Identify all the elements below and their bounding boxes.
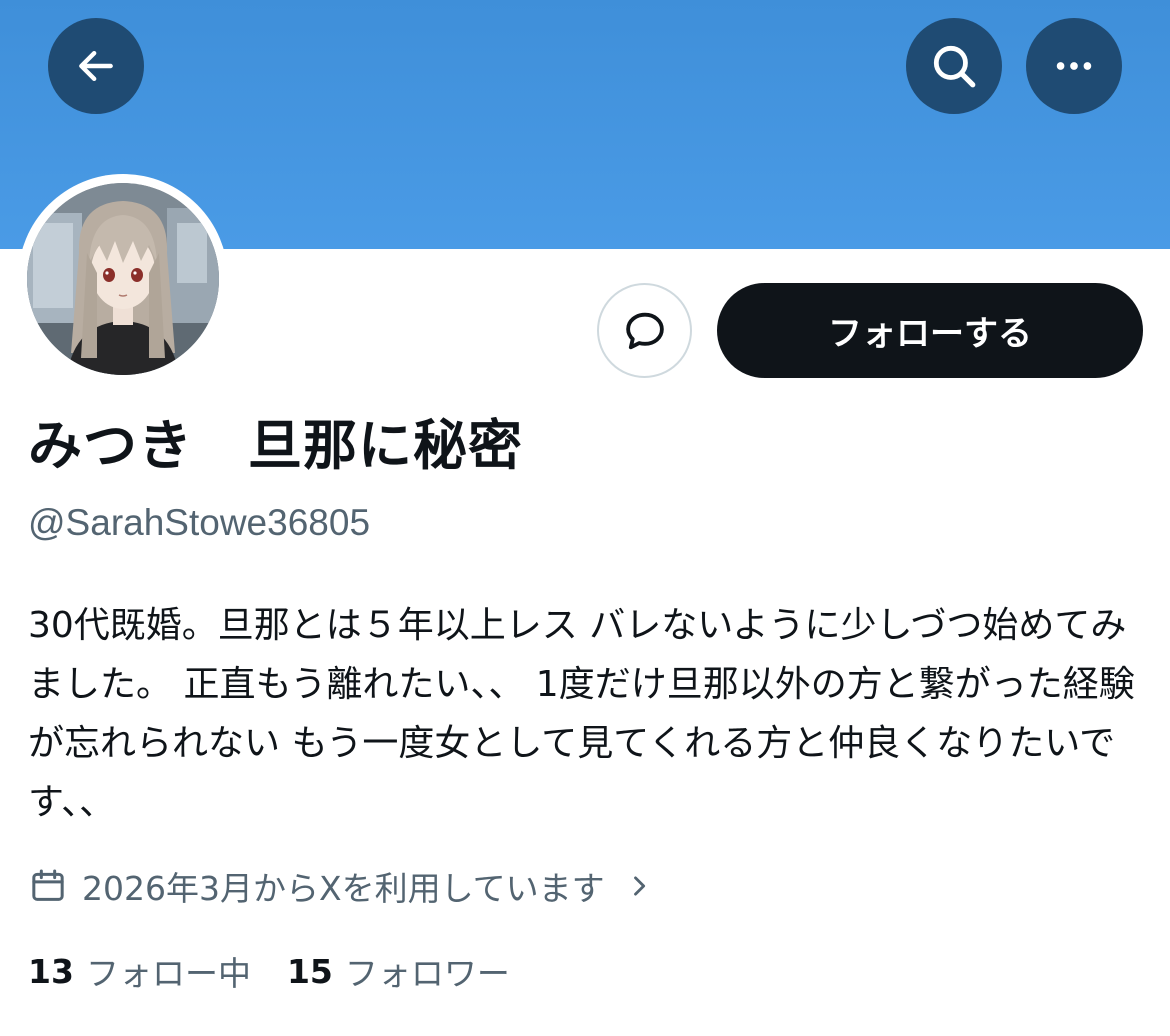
follow-button[interactable]: フォローする — [717, 283, 1143, 378]
avatar-frame — [18, 174, 228, 384]
avatar-image — [27, 183, 219, 375]
followers-count: 15 — [286, 951, 333, 991]
profile-page: フォローする みつき 旦那に秘密 @SarahStowe36805 30代既婚。… — [0, 0, 1170, 1036]
joined-text: 2026年3月からXを利用しています — [82, 869, 605, 908]
followers-label: フォロワー — [344, 954, 510, 993]
follow-stats: 13 フォロー中 15 フォロワー — [28, 946, 510, 996]
message-button[interactable] — [597, 283, 692, 378]
followers-link[interactable]: 15 フォロワー — [287, 947, 510, 995]
calendar-icon — [32, 869, 64, 901]
avatar[interactable] — [27, 183, 219, 375]
arrow-left-icon — [79, 50, 113, 82]
back-button[interactable] — [48, 18, 144, 114]
following-link[interactable]: 13 フォロー中 — [28, 947, 251, 995]
following-label: フォロー中 — [85, 954, 251, 993]
chevron-right-icon — [633, 876, 645, 896]
more-horizontal-icon — [1056, 62, 1092, 70]
display-name: みつき 旦那に秘密 — [28, 414, 523, 477]
joined-date[interactable]: 2026年3月からXを利用しています — [28, 862, 653, 910]
profile-bio: 30代既婚。旦那とは５年以上レス バレないように少しづつ始めてみました。 正直も… — [28, 605, 1135, 823]
more-options-button[interactable] — [1026, 18, 1122, 114]
message-bubble-icon — [625, 312, 664, 349]
search-icon — [933, 45, 976, 88]
following-count: 13 — [28, 951, 74, 991]
user-handle: @SarahStowe36805 — [28, 502, 371, 543]
search-button[interactable] — [906, 18, 1002, 114]
